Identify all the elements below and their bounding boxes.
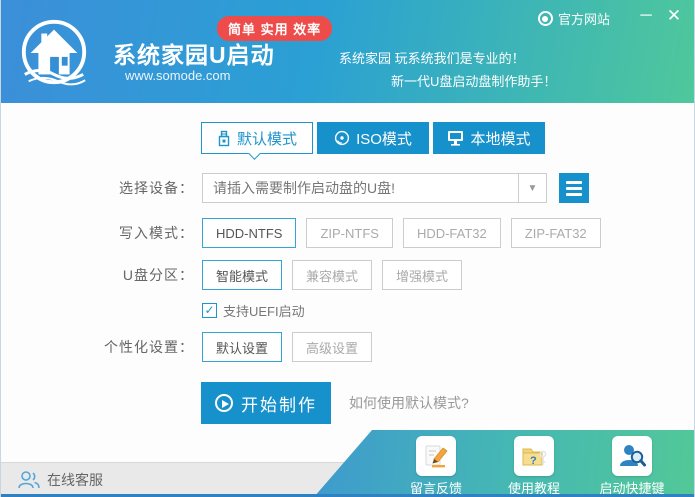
write-mode-hdd-fat32[interactable]: HDD-FAT32 [402, 218, 501, 248]
monitor-icon [448, 131, 464, 146]
svg-text:?: ? [530, 455, 537, 467]
tab-label: 默认模式 [236, 130, 297, 148]
website-url: www.somode.com [125, 68, 231, 83]
device-label: 选择设备： [119, 180, 194, 196]
uefi-checkbox[interactable]: ✓ 支持UEFI启动 [202, 301, 305, 320]
device-row: 选择设备： 请插入需要制作启动盘的U盘! ▼ [1, 173, 589, 203]
usb-icon [218, 130, 230, 146]
customer-service-icon [18, 471, 40, 489]
start-row: 开始制作 如何使用默认模式? [201, 382, 469, 424]
online-service-link[interactable]: 在线客服 [17, 470, 103, 490]
personalization-label: 个性化设置： [104, 339, 194, 355]
app-window: 系统家园U启动 www.somode.com 简单 实用 效率 系统家园 玩系统… [0, 0, 695, 497]
play-icon [215, 394, 233, 412]
device-select[interactable]: 请插入需要制作启动盘的U盘! ▼ [202, 173, 547, 203]
personalization-row: 个性化设置： 默认设置 高级设置 [1, 332, 382, 362]
app-title: 系统家园U启动 [113, 42, 275, 68]
tutorial-button[interactable]: ? 使用教程 [492, 436, 576, 497]
device-select-value: 请插入需要制作启动盘的U盘! [213, 180, 395, 196]
official-site-label: 官方网站 [557, 12, 610, 27]
mode-tabs: 默认模式 ISO模式 本地模式 [201, 122, 545, 154]
checkbox-checked-icon: ✓ [202, 303, 217, 318]
slogan-line1: 系统家园 玩系统我们是专业的！ [339, 51, 525, 66]
feature-badge: 简单 实用 效率 [217, 16, 333, 41]
partition-enhanced-mode[interactable]: 增强模式 [382, 260, 463, 290]
official-site-link[interactable]: 官方网站 [537, 9, 610, 28]
slogan: 系统家园 玩系统我们是专业的！ 新一代U盘启动盘制作助手！ [339, 47, 556, 93]
tab-local-mode[interactable]: 本地模式 [433, 122, 545, 154]
close-button[interactable]: ✕ [662, 4, 686, 28]
tab-default-mode[interactable]: 默认模式 [201, 122, 313, 154]
boot-hotkey-button[interactable]: 启动快捷键 [590, 436, 674, 497]
feedback-pencil-icon [416, 436, 456, 476]
partition-row: U盘分区： 智能模式 兼容模式 增强模式 [1, 260, 472, 290]
tab-iso-mode[interactable]: ISO模式 [317, 122, 429, 154]
start-button-label: 开始制作 [241, 395, 317, 415]
hotkey-search-person-icon [612, 436, 652, 476]
write-mode-label: 写入模式： [119, 225, 194, 241]
tab-label: ISO模式 [356, 130, 412, 148]
footer-shortcut-panel: 留言反馈 ? 使用教程 启动快捷键 [314, 430, 694, 497]
app-logo-icon [21, 19, 87, 86]
settings-advanced[interactable]: 高级设置 [292, 332, 373, 362]
write-mode-zip-ntfs[interactable]: ZIP-NTFS [306, 218, 393, 248]
disc-icon [334, 130, 350, 146]
device-menu-button[interactable] [559, 173, 589, 203]
write-mode-zip-fat32[interactable]: ZIP-FAT32 [510, 218, 601, 248]
globe-icon [537, 11, 553, 26]
partition-label: U盘分区： [122, 267, 194, 283]
chevron-down-icon: ▼ [518, 174, 546, 202]
menu-icon [566, 180, 582, 184]
uefi-label: 支持UEFI启动 [223, 304, 305, 319]
write-mode-row: 写入模式： HDD-NTFS ZIP-NTFS HDD-FAT32 ZIP-FA… [1, 218, 611, 248]
settings-default[interactable]: 默认设置 [202, 332, 283, 362]
partition-smart-mode[interactable]: 智能模式 [202, 260, 283, 290]
online-service-label: 在线客服 [47, 472, 103, 488]
help-link[interactable]: 如何使用默认模式? [349, 393, 469, 413]
header: 系统家园U启动 www.somode.com 简单 实用 效率 系统家园 玩系统… [1, 0, 694, 103]
start-button[interactable]: 开始制作 [201, 382, 331, 424]
write-mode-hdd-ntfs[interactable]: HDD-NTFS [202, 218, 297, 248]
tab-label: 本地模式 [470, 130, 531, 148]
tutorial-folder-icon: ? [514, 436, 554, 476]
feedback-button[interactable]: 留言反馈 [394, 436, 478, 497]
slogan-line2: 新一代U盘启动盘制作助手！ [391, 74, 557, 89]
partition-compat-mode[interactable]: 兼容模式 [292, 260, 373, 290]
minimize-button[interactable]: ─ [634, 4, 658, 28]
